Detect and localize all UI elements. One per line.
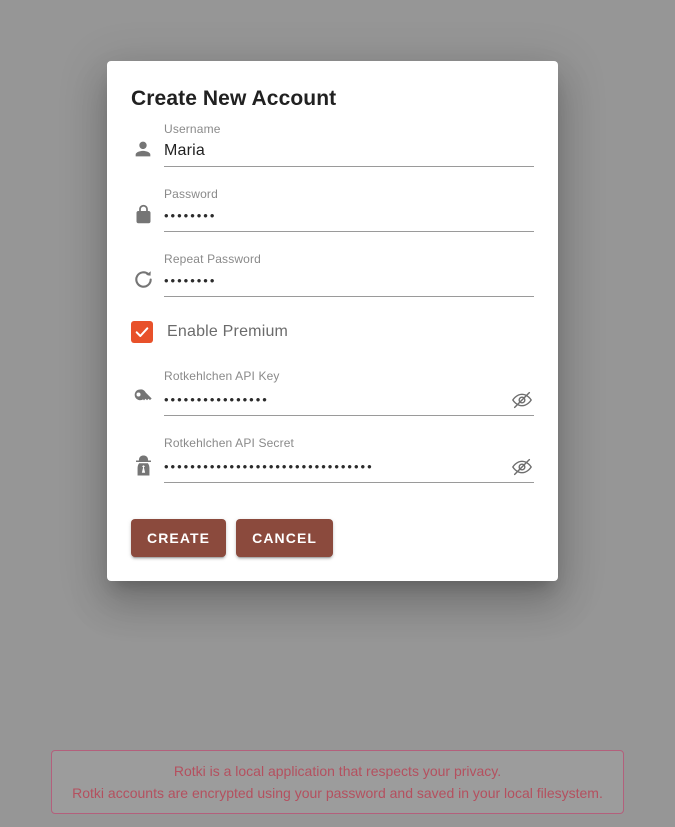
- check-icon: [135, 327, 149, 338]
- create-button[interactable]: CREATE: [131, 519, 227, 558]
- lock-icon: [131, 202, 155, 226]
- field-row-username: Username Maria: [131, 122, 534, 168]
- field-line-api-key[interactable]: ••••••••••••••••: [164, 388, 534, 417]
- password-input[interactable]: ••••••••: [164, 206, 534, 226]
- privacy-banner-line-2: Rotki accounts are encrypted using your …: [72, 785, 603, 801]
- dialog-actions: CREATE CANCEL: [107, 501, 558, 581]
- field-api-secret: Rotkehlchen API Secret •••••••••••••••••…: [164, 436, 534, 484]
- field-label-api-secret: Rotkehlchen API Secret: [164, 436, 295, 451]
- field-line-password[interactable]: ••••••••: [164, 206, 534, 233]
- field-api-key: Rotkehlchen API Key ••••••••••••••••: [164, 369, 534, 417]
- username-input[interactable]: Maria: [164, 141, 534, 161]
- cancel-button[interactable]: CANCEL: [236, 519, 334, 558]
- eye-off-icon[interactable]: [510, 455, 534, 479]
- repeat-password-input[interactable]: ••••••••: [164, 271, 534, 291]
- page-title: Create New Account: [131, 87, 337, 110]
- enable-premium-row[interactable]: Enable Premium: [131, 321, 534, 344]
- field-username: Username Maria: [164, 122, 534, 168]
- field-line-username[interactable]: Maria: [164, 141, 534, 168]
- api-key-input[interactable]: ••••••••••••••••: [164, 390, 502, 410]
- field-row-api-key: Rotkehlchen API Key ••••••••••••••••: [131, 369, 534, 417]
- field-line-repeat-password[interactable]: ••••••••: [164, 271, 534, 298]
- privacy-banner-line-1: Rotki is a local application that respec…: [173, 763, 502, 779]
- account-icon: [131, 137, 155, 161]
- key-icon: [131, 386, 155, 410]
- dialog-body: Username Maria Password •••••••• Repeat …: [107, 122, 558, 484]
- enable-premium-checkbox[interactable]: [131, 321, 153, 344]
- create-account-dialog: Create New Account Username Maria Passwo…: [107, 61, 558, 582]
- field-label-username: Username: [164, 122, 221, 137]
- field-line-api-secret[interactable]: ••••••••••••••••••••••••••••••••: [164, 455, 534, 484]
- restore-icon: [131, 267, 155, 291]
- field-repeat-password: Repeat Password ••••••••: [164, 252, 534, 298]
- eye-off-icon[interactable]: [510, 388, 534, 412]
- api-secret-input[interactable]: ••••••••••••••••••••••••••••••••: [164, 457, 502, 477]
- field-label-api-key: Rotkehlchen API Key: [164, 369, 280, 384]
- field-row-password: Password ••••••••: [131, 187, 534, 233]
- privacy-banner: Rotki is a local application that respec…: [51, 750, 624, 814]
- field-row-repeat-password: Repeat Password ••••••••: [131, 252, 534, 298]
- field-row-api-secret: Rotkehlchen API Secret •••••••••••••••••…: [131, 436, 534, 484]
- enable-premium-label: Enable Premium: [167, 323, 289, 341]
- field-label-password: Password: [164, 187, 218, 202]
- field-password: Password ••••••••: [164, 187, 534, 233]
- spy-icon: [131, 453, 155, 477]
- field-label-repeat-password: Repeat Password: [164, 252, 261, 267]
